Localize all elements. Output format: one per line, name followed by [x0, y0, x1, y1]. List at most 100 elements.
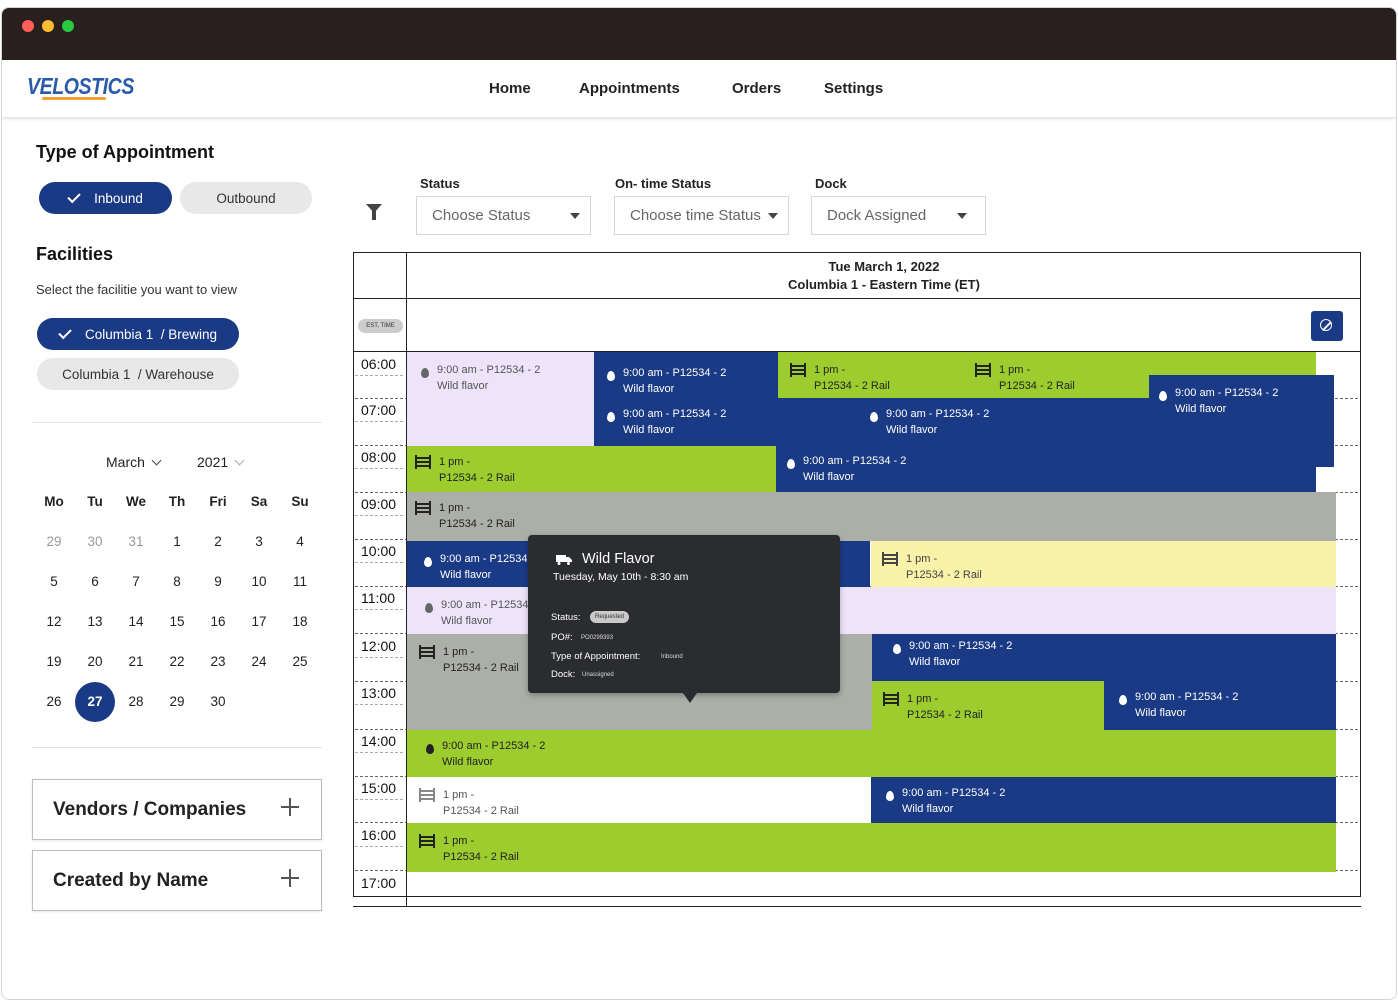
- calendar-day[interactable]: 20: [75, 642, 115, 682]
- status-badge: Requested: [590, 611, 630, 623]
- dock-placeholder: Dock Assigned: [827, 207, 927, 224]
- calendar-day[interactable]: 29: [34, 522, 74, 562]
- calendar-day[interactable]: 30: [75, 522, 115, 562]
- appointment-rail[interactable]: 1 pm - P12534 - 2 Rail: [407, 446, 776, 492]
- calendar-day[interactable]: 24: [239, 642, 279, 682]
- calendar-day[interactable]: 5: [34, 562, 74, 602]
- droplet-icon: [607, 371, 615, 381]
- droplet-icon: [426, 744, 434, 754]
- year-select[interactable]: 2021: [197, 454, 245, 470]
- rail-car-icon: [419, 645, 435, 659]
- appointment-wild-flavor[interactable]: 9:00 am - P12534 - 2 Wild flavor: [407, 352, 594, 446]
- velostics-logo[interactable]: VELOSTICS: [27, 73, 134, 100]
- calendar-day[interactable]: 14: [116, 602, 156, 642]
- appointment-rail[interactable]: 1 pm - P12534 - 2 Rail: [407, 492, 1336, 541]
- appointment-line-2: P12534 - 2 Rail: [443, 662, 519, 674]
- calendar-day[interactable]: 8: [157, 562, 197, 602]
- outbound-toggle[interactable]: Outbound: [180, 182, 312, 214]
- maximize-window-button[interactable]: [62, 20, 74, 32]
- appointment-line-2: Wild flavor: [623, 424, 675, 436]
- appointment-wild-flavor[interactable]: 9:00 am - P12534 - 2 Wild flavor: [871, 777, 1336, 823]
- calendar-day[interactable]: 29: [157, 682, 197, 722]
- facility-columbia-brewing[interactable]: Columbia 1 / Brewing: [37, 318, 239, 350]
- time-label: 17:00: [361, 875, 397, 891]
- vendors-companies-accordion[interactable]: Vendors / Companies: [32, 779, 322, 840]
- calendar-day[interactable]: 22: [157, 642, 197, 682]
- calendar-day[interactable]: 9: [198, 562, 238, 602]
- month-select[interactable]: March: [106, 454, 162, 470]
- appointment-line-2: Wild flavor: [441, 615, 493, 627]
- calendar-day[interactable]: 18: [280, 602, 320, 642]
- calendar-day[interactable]: 30: [198, 682, 238, 722]
- tooltip-po-label: PO#:: [551, 632, 573, 643]
- calendar-day[interactable]: 4: [280, 522, 320, 562]
- calendar-day[interactable]: 23: [198, 642, 238, 682]
- facilities-subtitle: Select the facilitie you want to view: [36, 282, 237, 297]
- appointment-wild-flavor[interactable]: 9:00 am - P12534 - 2 Wild flavor: [872, 634, 1336, 681]
- schedule-facility: Columbia 1 - Eastern Time (ET): [788, 277, 980, 292]
- calendar-day[interactable]: 16: [198, 602, 238, 642]
- calendar-day-selected[interactable]: 27: [75, 682, 115, 722]
- status-placeholder: Choose Status: [432, 207, 531, 224]
- appointment-wild-flavor[interactable]: 9:00 am - P12534 - 2 Wild flavor: [1104, 681, 1336, 730]
- half-hour-gridline: [355, 609, 403, 610]
- calendar-day[interactable]: 17: [239, 602, 279, 642]
- appointment-rail[interactable]: 1 pm - P12534 - 2 Rail: [871, 541, 1336, 587]
- calendar-day[interactable]: 13: [75, 602, 115, 642]
- calendar-day[interactable]: 1: [157, 522, 197, 562]
- appointment-line-1: 9:00 am - P12534 - 2: [437, 364, 541, 376]
- nav-home[interactable]: Home: [489, 80, 531, 97]
- ontime-status-select[interactable]: Choose time Status: [614, 196, 789, 235]
- calendar-day[interactable]: 10: [239, 562, 279, 602]
- calendar-day[interactable]: 2: [198, 522, 238, 562]
- calendar-day[interactable]: 25: [280, 642, 320, 682]
- appointment-line-1: 1 pm -: [906, 553, 938, 565]
- calendar-day[interactable]: 3: [239, 522, 279, 562]
- ontime-filter-label: On- time Status: [615, 176, 712, 191]
- rail-car-icon: [882, 552, 898, 566]
- appointment-wild-flavor[interactable]: 9:00 am - P12534 - 2 Wild flavor: [407, 730, 1336, 777]
- appointment-line-2: Wild flavor: [902, 803, 954, 815]
- appointment-line-1: 9:00 am - P12534 - 2: [1175, 387, 1279, 399]
- calendar-day[interactable]: 12: [34, 602, 74, 642]
- appointment-line-2: P12534 - 2 Rail: [439, 472, 515, 484]
- droplet-icon: [870, 412, 878, 422]
- status-select[interactable]: Choose Status: [416, 196, 591, 235]
- calendar-day[interactable]: 11: [280, 562, 320, 602]
- weekday-header: Su: [291, 494, 309, 509]
- time-label: 06:00: [361, 356, 397, 372]
- dock-select[interactable]: Dock Assigned: [811, 196, 986, 235]
- nav-settings[interactable]: Settings: [824, 80, 883, 97]
- facility-columbia-warehouse[interactable]: Columbia 1 / Warehouse: [37, 358, 239, 390]
- calendar-day[interactable]: 6: [75, 562, 115, 602]
- appointment-line-1: 9:00 am - P12534 - 2: [623, 408, 727, 420]
- appointment-wild-flavor[interactable]: 9:00 am - P12534 - 2 Wild flavor: [594, 398, 778, 446]
- caret-down-icon: [957, 213, 967, 219]
- minimize-window-button[interactable]: [42, 20, 54, 32]
- created-by-name-accordion[interactable]: Created by Name: [32, 850, 322, 911]
- half-hour-gridline: [355, 562, 403, 563]
- block-time-button[interactable]: [1311, 311, 1343, 341]
- tooltip-datetime: Tuesday, May 10th - 8:30 am: [553, 571, 689, 583]
- appointment-rail[interactable]: 1 pm - P12534 - 2 Rail: [778, 352, 973, 398]
- appointment-wild-flavor[interactable]: 9:00 am - P12534 - 2 Wild flavor: [776, 446, 1316, 492]
- appointment-rail[interactable]: 1 pm - P12534 - 2 Rail: [407, 777, 871, 823]
- calendar-day[interactable]: 26: [34, 682, 74, 722]
- calendar-day[interactable]: 19: [34, 642, 74, 682]
- inbound-toggle[interactable]: Inbound: [39, 182, 172, 214]
- calendar-day[interactable]: 15: [157, 602, 197, 642]
- nav-orders[interactable]: Orders: [732, 80, 781, 97]
- close-window-button[interactable]: [22, 20, 34, 32]
- calendar-day[interactable]: 21: [116, 642, 156, 682]
- calendar-day[interactable]: 31: [116, 522, 156, 562]
- appointment-line-1: 1 pm -: [443, 835, 475, 847]
- nav-appointments[interactable]: Appointments: [579, 80, 680, 97]
- rail-car-icon: [790, 363, 806, 377]
- appointment-rail[interactable]: 1 pm - P12534 - 2 Rail: [872, 681, 1104, 730]
- calendar-day[interactable]: 7: [116, 562, 156, 602]
- half-hour-gridline: [355, 799, 403, 800]
- time-label: 09:00: [361, 496, 397, 512]
- calendar-day[interactable]: 28: [116, 682, 156, 722]
- appointment-rail[interactable]: 1 pm - P12534 - 2 Rail: [407, 823, 1336, 872]
- facilities-heading: Facilities: [36, 244, 114, 264]
